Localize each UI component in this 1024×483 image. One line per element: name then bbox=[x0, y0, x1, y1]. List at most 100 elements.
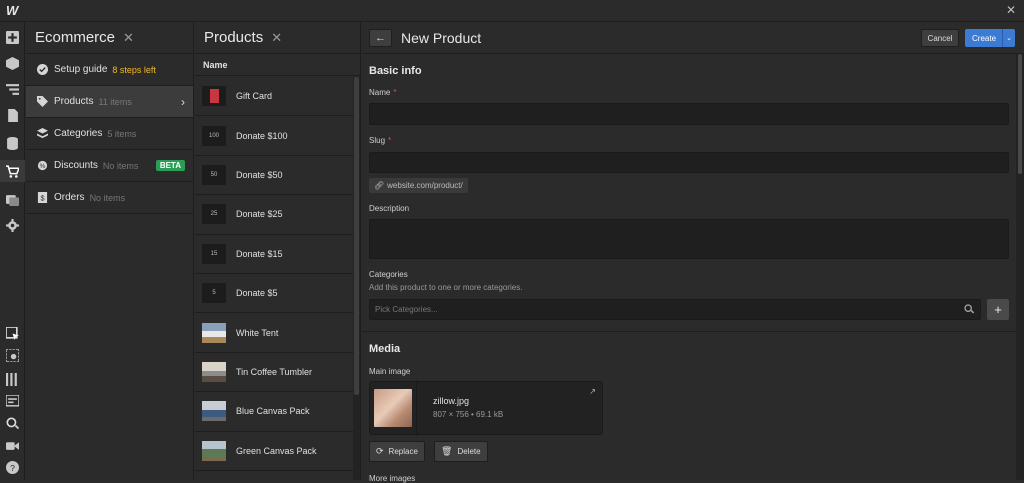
add-category-button[interactable]: + bbox=[987, 299, 1009, 320]
cancel-button[interactable]: Cancel bbox=[921, 29, 959, 47]
create-button-label: Create bbox=[972, 33, 997, 43]
navigator-icon[interactable] bbox=[0, 78, 25, 100]
description-label: Description bbox=[369, 204, 410, 213]
webflow-logo[interactable]: W bbox=[6, 3, 20, 19]
assets-icon[interactable] bbox=[0, 188, 25, 210]
delete-label: Delete bbox=[457, 447, 481, 456]
nav-item-setup-guide[interactable]: Setup guide 8 steps left bbox=[26, 54, 193, 86]
receipt-icon: $ bbox=[36, 192, 48, 204]
plus-icon: + bbox=[994, 302, 1002, 317]
slug-label: Slug * bbox=[369, 136, 391, 145]
grid-icon[interactable] bbox=[0, 368, 25, 390]
box-icon[interactable] bbox=[0, 52, 25, 74]
selector-icon[interactable] bbox=[0, 322, 25, 344]
replace-label: Replace bbox=[388, 447, 418, 456]
name-label-text: Name bbox=[369, 88, 391, 97]
close-panel-icon[interactable]: ✕ bbox=[271, 30, 282, 46]
steps-left: 8 steps left bbox=[112, 64, 156, 75]
product-row[interactable]: Tin Coffee Tumbler bbox=[195, 353, 353, 393]
top-bar: W ✕ bbox=[0, 0, 1024, 22]
nav-item-categories[interactable]: Categories 5 items bbox=[26, 118, 193, 150]
categories-input[interactable]: Pick Categories... bbox=[369, 299, 981, 320]
product-row[interactable]: Gift Card bbox=[195, 77, 353, 117]
product-thumbnail: 50 bbox=[202, 164, 226, 185]
search-icon[interactable] bbox=[964, 304, 975, 316]
ecommerce-panel-title: Ecommerce bbox=[35, 29, 116, 46]
product-row[interactable]: 100 Donate $100 bbox=[195, 116, 353, 156]
product-thumbnail bbox=[202, 86, 226, 107]
products-scrollbar[interactable] bbox=[353, 77, 360, 480]
description-field[interactable] bbox=[369, 219, 1009, 259]
products-panel: Products ✕ Name Gift Card 100 Donate $100… bbox=[195, 22, 361, 480]
product-thumbnail: 5 bbox=[202, 283, 226, 304]
image-preview bbox=[374, 389, 412, 427]
product-thumbnail bbox=[202, 440, 226, 461]
name-label: Name * bbox=[369, 88, 396, 97]
pages-icon[interactable] bbox=[0, 104, 25, 126]
product-row[interactable]: 25 Donate $25 bbox=[195, 195, 353, 235]
product-name: White Tent bbox=[236, 327, 279, 338]
product-row[interactable]: 15 Donate $15 bbox=[195, 235, 353, 274]
product-row[interactable]: 5 Donate $5 bbox=[195, 274, 353, 314]
replace-button[interactable]: ⟳ Replace bbox=[369, 441, 425, 462]
item-count: No items bbox=[102, 160, 139, 171]
column-header-name[interactable]: Name bbox=[195, 54, 360, 76]
close-panel-icon[interactable]: ✕ bbox=[123, 30, 134, 46]
arrow-left-icon: ← bbox=[375, 31, 386, 44]
cms-icon[interactable] bbox=[0, 132, 25, 154]
slug-url-text: website.com/product/ bbox=[387, 181, 463, 190]
svg-text:?: ? bbox=[10, 462, 15, 472]
close-icon[interactable]: ✕ bbox=[1006, 3, 1016, 17]
create-button[interactable]: Create ⌄ bbox=[965, 29, 1015, 47]
scrollbar-thumb[interactable] bbox=[1018, 54, 1022, 174]
product-thumbnail: 15 bbox=[202, 243, 226, 264]
product-row[interactable]: White Tent bbox=[195, 313, 353, 353]
products-panel-header: Products ✕ bbox=[195, 22, 360, 54]
main-image-thumbnail[interactable] bbox=[370, 382, 417, 434]
editor-scrollbar[interactable] bbox=[1016, 54, 1024, 480]
product-name: Tin Coffee Tumbler bbox=[236, 366, 313, 377]
delete-button[interactable]: 🗑︎ Delete bbox=[434, 441, 488, 462]
scrollbar-thumb[interactable] bbox=[354, 77, 359, 395]
product-name: Donate $5 bbox=[236, 288, 278, 299]
audit-icon[interactable] bbox=[0, 390, 25, 412]
discount-gear-icon: % bbox=[36, 160, 48, 172]
add-icon[interactable] bbox=[0, 26, 25, 48]
ecommerce-cart-icon[interactable] bbox=[0, 160, 25, 182]
section-divider bbox=[362, 331, 1016, 332]
product-editor: ← New Product Cancel Create ⌄ Basic info… bbox=[362, 22, 1024, 483]
product-name: Gift Card bbox=[236, 91, 273, 102]
nav-item-label: Products bbox=[54, 96, 94, 107]
left-rail: ? bbox=[0, 22, 25, 480]
item-count: 11 items bbox=[98, 96, 132, 107]
slug-field[interactable] bbox=[369, 152, 1009, 173]
help-icon[interactable]: ? bbox=[0, 456, 25, 478]
nav-item-products[interactable]: Products 11 items › bbox=[26, 86, 193, 118]
preview-icon[interactable] bbox=[0, 344, 25, 366]
name-field[interactable] bbox=[369, 103, 1009, 125]
settings-icon[interactable] bbox=[0, 214, 25, 236]
chevron-right-icon: › bbox=[181, 94, 185, 109]
file-name: zillow.jpg bbox=[433, 396, 470, 406]
product-row[interactable]: Green Canvas Pack bbox=[195, 432, 353, 471]
svg-text:%: % bbox=[39, 163, 45, 170]
video-icon[interactable] bbox=[0, 434, 25, 456]
nav-item-discounts[interactable]: % Discounts No items BETA bbox=[26, 150, 193, 182]
back-button[interactable]: ← bbox=[369, 28, 392, 47]
search-icon[interactable] bbox=[0, 412, 25, 434]
item-count: No items bbox=[89, 192, 126, 203]
layers-icon bbox=[36, 128, 48, 140]
product-row[interactable]: 50 Donate $50 bbox=[195, 156, 353, 196]
nav-item-label: Orders bbox=[54, 192, 85, 203]
product-row[interactable]: Blue Canvas Pack bbox=[195, 392, 353, 432]
nav-item-orders[interactable]: $ Orders No items bbox=[26, 182, 193, 214]
basic-info-title: Basic info bbox=[369, 65, 422, 77]
main-image-card: zillow.jpg 807 × 756 • 69.1 kB ↗ bbox=[369, 381, 603, 435]
product-name: Blue Canvas Pack bbox=[236, 406, 310, 417]
product-list: Gift Card 100 Donate $100 50 Donate $50 25… bbox=[195, 77, 353, 471]
chevron-down-icon[interactable]: ⌄ bbox=[1002, 29, 1015, 47]
product-thumbnail bbox=[202, 401, 226, 422]
check-circle-icon bbox=[36, 64, 48, 76]
external-link-icon[interactable]: ↗ bbox=[589, 387, 596, 396]
main-image-label: Main image bbox=[369, 367, 411, 376]
